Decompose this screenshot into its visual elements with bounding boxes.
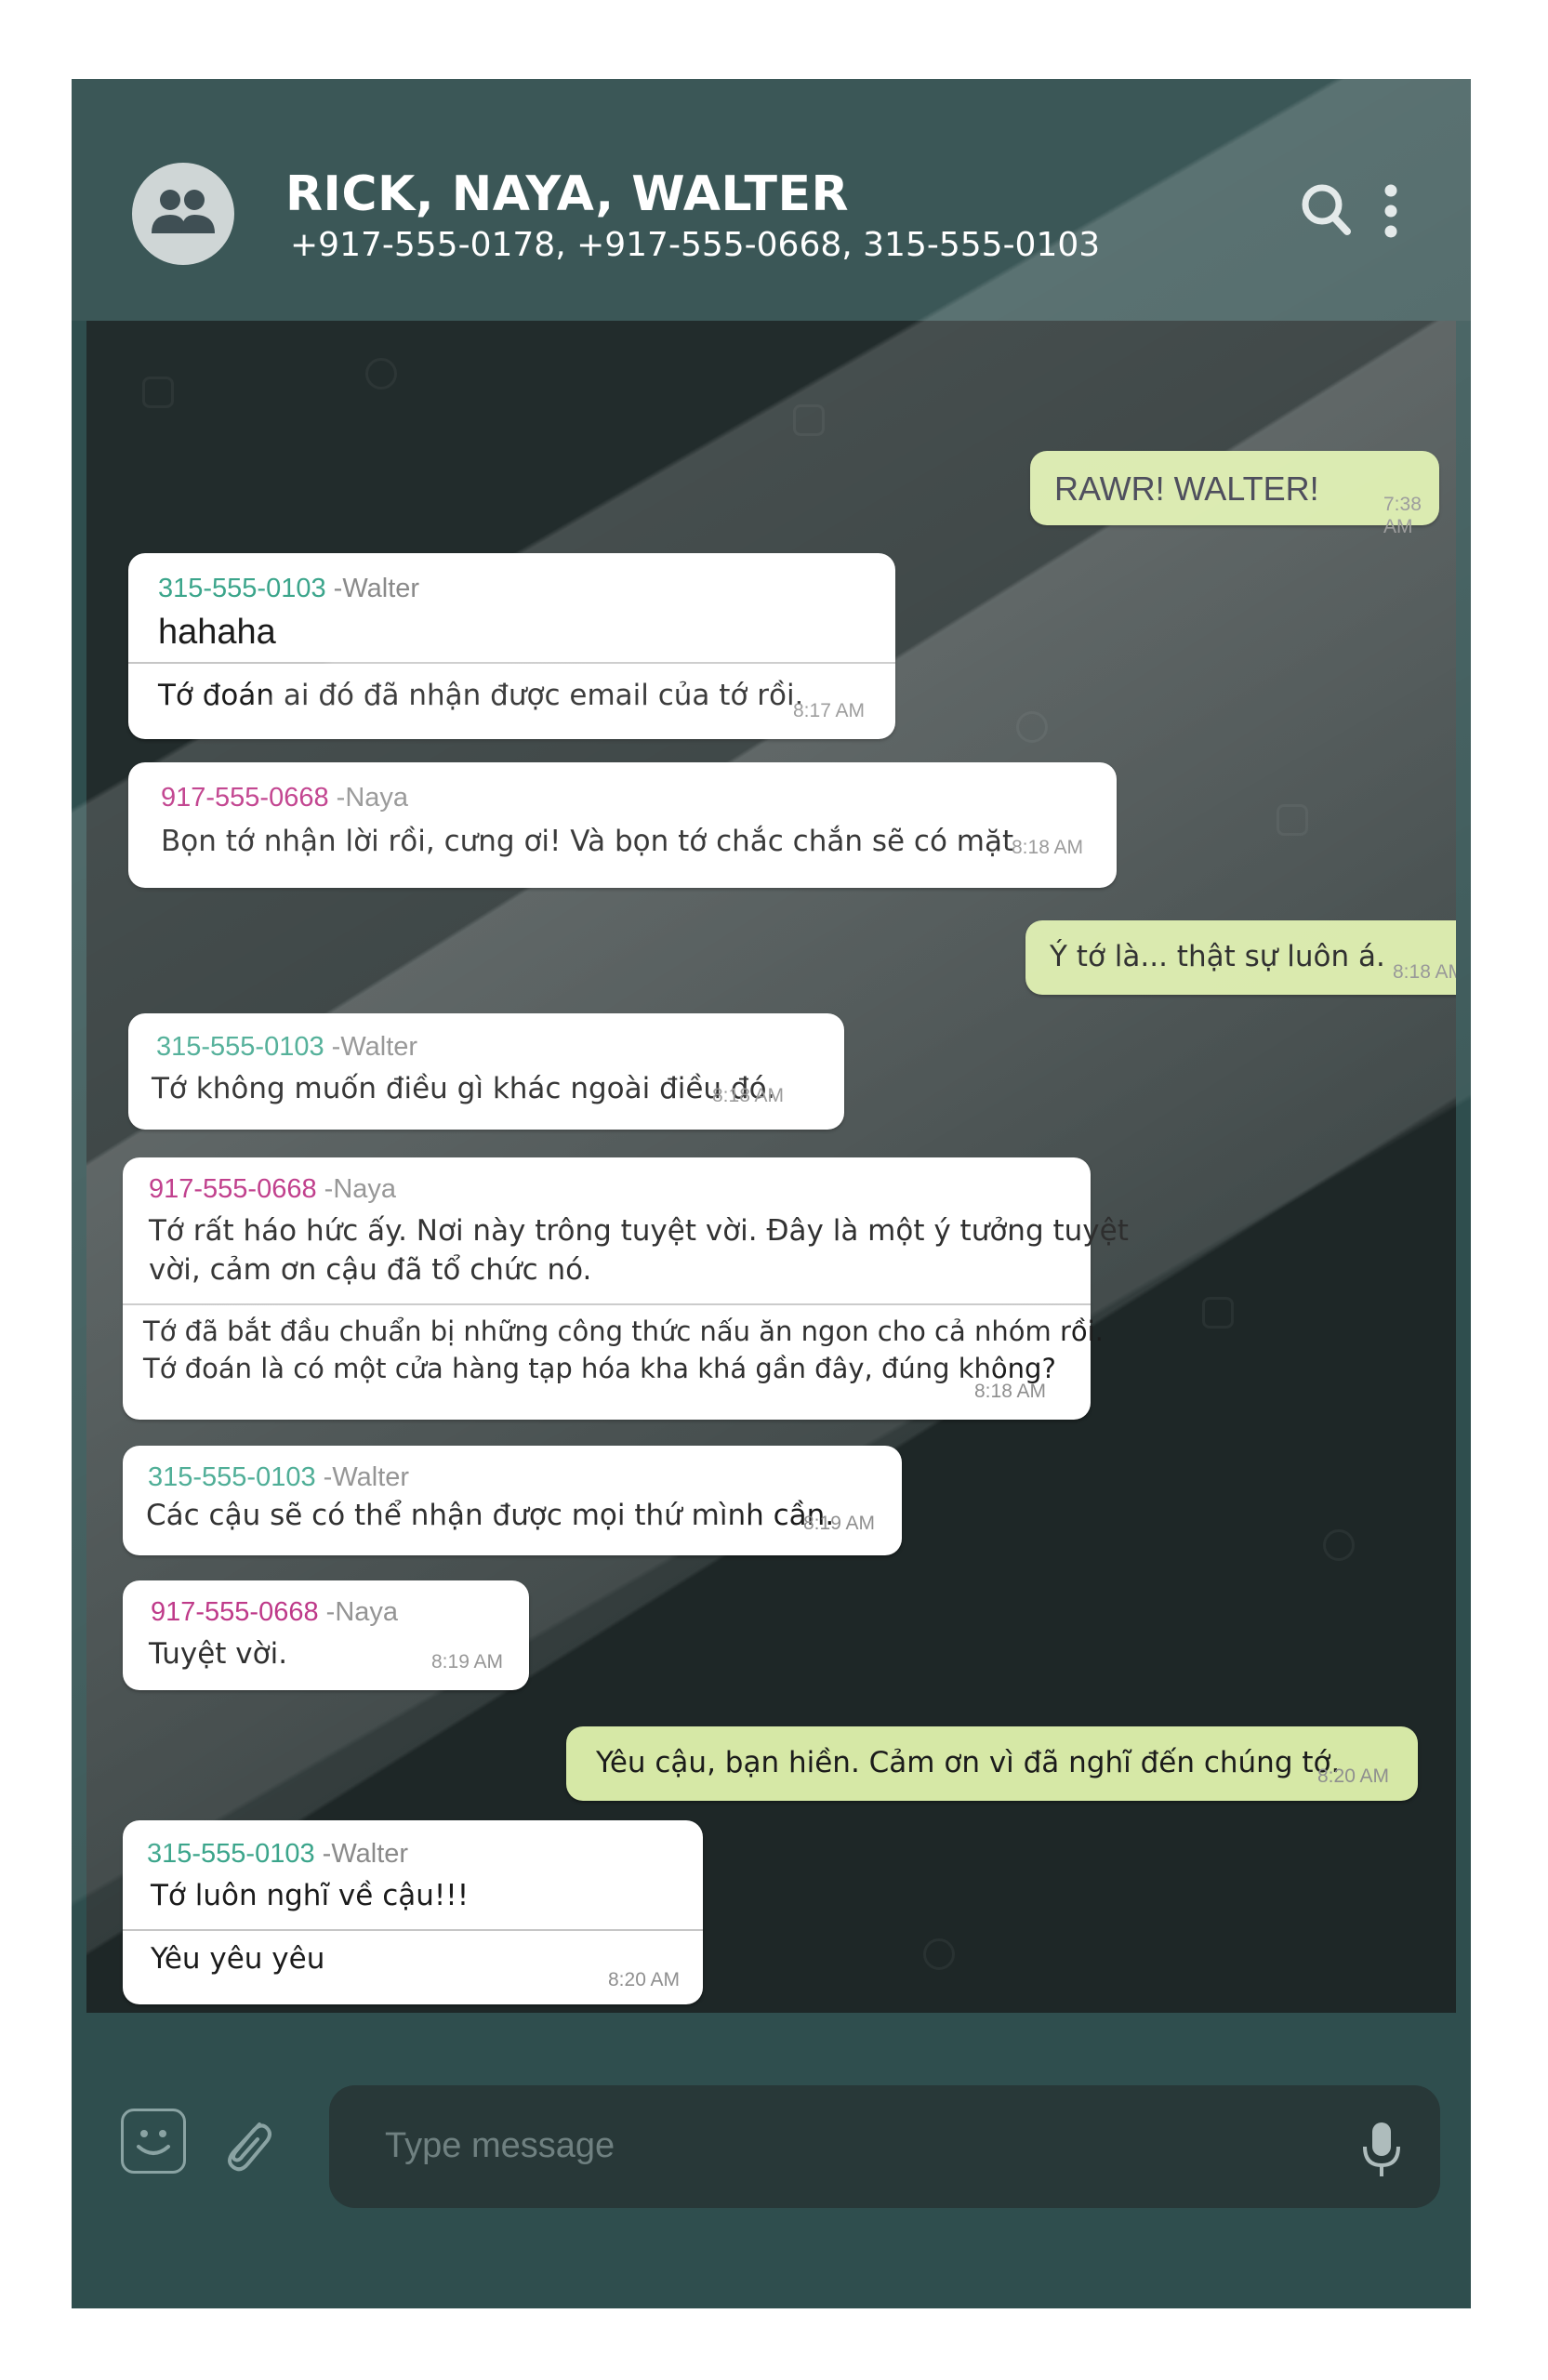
message-time: 8:18 AM [1012,837,1084,858]
message-text: Tớ đã bắt đầu chuẩn bị những công thức n… [143,1316,1104,1347]
message-time: 8:18 AM [974,1381,1047,1402]
doodle-pattern [923,1938,955,1970]
message-text: vời, cảm ơn cậu đã tổ chức nó. [149,1253,592,1287]
message-text: Tớ đoán ai đó đã nhận được email của tớ … [158,679,804,712]
paperclip-icon[interactable] [218,2113,274,2175]
message-time: 8:19 AM [431,1651,504,1673]
doodle-pattern [365,358,397,390]
search-icon[interactable] [1299,181,1355,239]
incoming-message[interactable]: 315-555-0103 -Walter Tớ không muốn điều … [128,1013,844,1130]
emoji-button[interactable] [121,2109,186,2174]
participant-numbers: +917-555-0178, +917-555-0668, 315-555-01… [290,226,1101,264]
sender-name: -Naya [336,783,409,813]
sender-name: -Naya [324,1174,397,1204]
message-time: 8:20 AM [1317,1765,1390,1787]
message-time: 7:38 AM [1383,494,1422,537]
message-text: Ý tớ là... thật sự luôn á. [1050,940,1385,973]
sender-number: 917-555-0668 [149,1174,317,1204]
doodle-pattern [1202,1297,1234,1329]
sender-name: -Walter [322,1839,409,1869]
sender-name: -Naya [325,1597,399,1627]
chat-header: RICK, NAYA, WALTER +917-555-0178, +917-5… [72,79,1471,321]
sender-name: -Walter [323,1462,410,1492]
doodle-pattern [142,377,174,408]
sender-label: 315-555-0103 -Walter [147,1839,408,1870]
message-text: Tớ luôn nghĩ về cậu!!! [151,1879,470,1912]
emoji-icon [137,2130,170,2155]
incoming-message[interactable]: 315-555-0103 -Walter Tớ luôn nghĩ về cậu… [123,1820,703,2004]
microphone-icon[interactable] [1360,2121,1403,2180]
doodle-pattern [1323,1529,1355,1561]
outgoing-message[interactable]: RAWR! WALTER! 7:38 AM [1030,451,1439,537]
message-text: Yêu yêu yêu [151,1942,325,1976]
incoming-message[interactable]: 315-555-0103 -Walter Các cậu sẽ có thể n… [123,1446,902,1555]
incoming-message[interactable]: 917-555-0668 -Naya Tớ rất háo hức ấy. Nơ… [123,1157,1129,1420]
outgoing-message[interactable]: Ý tớ là... thật sự luôn á. 8:18 AM [1025,920,1456,995]
sender-number: 917-555-0668 [151,1597,319,1627]
sender-label: 917-555-0668 -Naya [149,1174,396,1205]
message-list[interactable]: RAWR! WALTER! 7:38 AM 315-555-0103 -Walt… [86,321,1456,2013]
message-time: 8:18 AM [1393,961,1456,983]
group-icon [152,190,215,233]
message-input-placeholder: Type message [385,2126,615,2165]
message-text: Tớ đoán là có một cửa hàng tạp hóa kha k… [143,1353,1056,1384]
sender-name: -Walter [333,574,420,603]
sender-number: 315-555-0103 [156,1032,324,1062]
incoming-message[interactable]: 315-555-0103 -Walter hahaha Tớ đoán ai đ… [128,553,895,739]
message-time: 8:18 AM [712,1085,785,1106]
message-text: Tớ không muốn điều gì khác ngoài điều đó… [152,1072,775,1105]
sender-label: 917-555-0668 -Naya [151,1597,398,1628]
incoming-message[interactable]: 917-555-0668 -Naya Bọn tớ nhận lời rồi, … [128,762,1117,888]
message-text: Tuyệt vời. [149,1637,288,1671]
message-input[interactable]: Type message [329,2085,1440,2208]
message-time: 8:19 AM [803,1513,876,1534]
message-text: Yêu cậu, bạn hiền. Cảm ơn vì đã nghĩ đến… [596,1746,1341,1779]
more-vert-icon[interactable] [1383,183,1399,239]
sender-number: 917-555-0668 [161,783,329,813]
message-divider [123,1929,703,1931]
message-text: Các cậu sẽ có thể nhận được mọi thứ mình… [146,1499,835,1532]
chat-window: RICK, NAYA, WALTER +917-555-0178, +917-5… [72,79,1471,2308]
group-avatar[interactable] [132,163,234,265]
sender-label: 315-555-0103 -Walter [156,1032,417,1063]
message-time: 8:17 AM [793,700,866,721]
message-text: RAWR! WALTER! [1054,469,1319,508]
message-divider [128,662,895,664]
doodle-pattern [1277,804,1308,836]
message-divider [123,1303,1091,1305]
sender-name: -Walter [331,1032,418,1062]
incoming-message[interactable]: 917-555-0668 -Naya Tuyệt vời. 8:19 AM [123,1580,529,1690]
doodle-pattern [793,404,825,436]
sender-label: 315-555-0103 -Walter [148,1462,409,1493]
sender-number: 315-555-0103 [147,1839,315,1869]
message-text: Bọn tớ nhận lời rồi, cưng ơi! Và bọn tớ … [161,825,1014,858]
doodle-pattern [1016,711,1048,743]
outgoing-message[interactable]: Yêu cậu, bạn hiền. Cảm ơn vì đã nghĩ đến… [566,1726,1418,1801]
sender-label: 315-555-0103 -Walter [158,574,419,604]
sender-label: 917-555-0668 -Naya [161,783,408,813]
sender-number: 315-555-0103 [148,1462,316,1492]
message-text: Tớ rất háo hức ấy. Nơi này trông tuyệt v… [149,1214,1129,1248]
sender-number: 315-555-0103 [158,574,326,603]
chat-title: RICK, NAYA, WALTER [285,166,850,222]
message-text: hahaha [158,613,276,652]
message-time: 8:20 AM [608,1969,681,1990]
